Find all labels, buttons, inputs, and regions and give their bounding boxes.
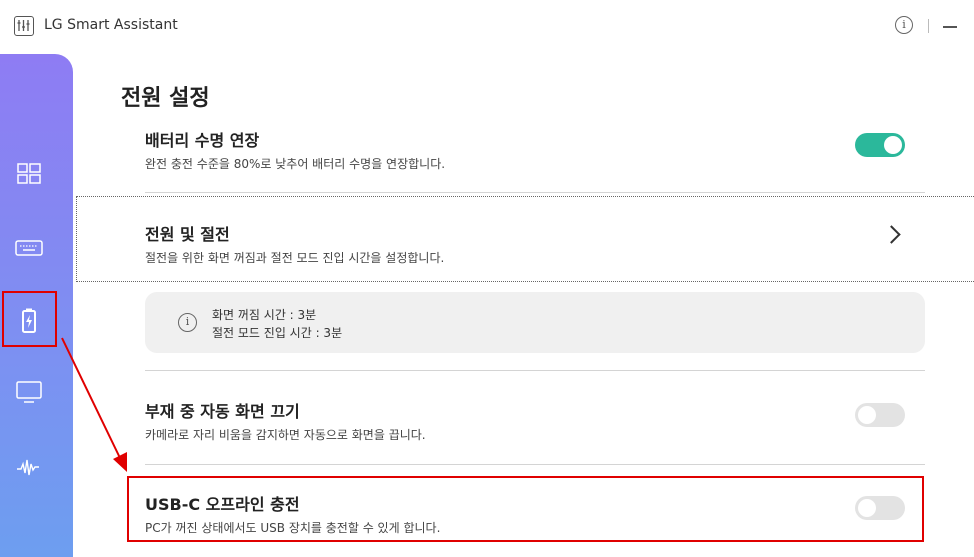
sidebar-item-monitor[interactable] <box>14 377 44 407</box>
auto-screen-off-title: 부재 중 자동 화면 끄기 <box>145 402 300 421</box>
power-info-box: i 화면 꺼짐 시간 : 3분 절전 모드 진입 시간 : 3분 <box>145 292 925 353</box>
info-icon: i <box>178 313 197 332</box>
monitor-icon <box>16 381 42 403</box>
highlight-box-battery <box>2 291 57 347</box>
toggle-knob <box>884 136 902 154</box>
auto-screen-off-toggle[interactable] <box>855 403 905 427</box>
titlebar-divider <box>928 19 929 33</box>
page-title: 전원 설정 <box>121 86 210 111</box>
app-title: LG Smart Assistant <box>44 17 178 33</box>
battery-extend-title: 배터리 수명 연장 <box>145 131 260 150</box>
divider <box>145 464 925 465</box>
keyboard-icon <box>15 240 43 256</box>
battery-extend-toggle[interactable] <box>855 133 905 157</box>
divider <box>145 370 925 371</box>
battery-extend-desc: 완전 충전 수준을 80%로 낮추어 배터리 수명을 연장합니다. <box>145 157 446 171</box>
sidebar-item-keyboard[interactable] <box>14 233 44 263</box>
sleep-time: 절전 모드 진입 시간 : 3분 <box>212 326 343 340</box>
screen-off-time: 화면 꺼짐 시간 : 3분 <box>212 308 317 322</box>
divider <box>145 192 925 193</box>
minimize-button[interactable] <box>943 26 957 28</box>
title-bar: LG Smart Assistant i <box>0 0 974 54</box>
toggle-knob <box>858 406 876 424</box>
power-saving-setting: 전원 및 절전 절전을 위한 화면 꺼짐과 절전 모드 진입 시간을 설정합니다… <box>145 221 925 266</box>
power-saving-title: 전원 및 절전 <box>145 225 230 244</box>
power-saving-desc: 절전을 위한 화면 꺼짐과 절전 모드 진입 시간을 설정합니다. <box>145 251 445 265</box>
battery-extend-setting: 배터리 수명 연장 완전 충전 수준을 80%로 낮추어 배터리 수명을 연장합… <box>145 127 925 172</box>
sidebar-item-audio[interactable] <box>14 452 44 482</box>
auto-screen-off-desc: 카메라로 자리 비움을 감지하면 자동으로 화면을 끕니다. <box>145 428 426 442</box>
dashboard-icon <box>17 163 41 184</box>
audio-icon <box>17 459 39 476</box>
auto-screen-off-setting: 부재 중 자동 화면 끄기 카메라로 자리 비움을 감지하면 자동으로 화면을 … <box>145 398 925 443</box>
app-logo-icon <box>14 16 34 36</box>
sidebar-item-dashboard[interactable] <box>14 158 44 188</box>
info-icon[interactable]: i <box>895 16 913 34</box>
highlight-box-usb-c <box>127 476 924 542</box>
